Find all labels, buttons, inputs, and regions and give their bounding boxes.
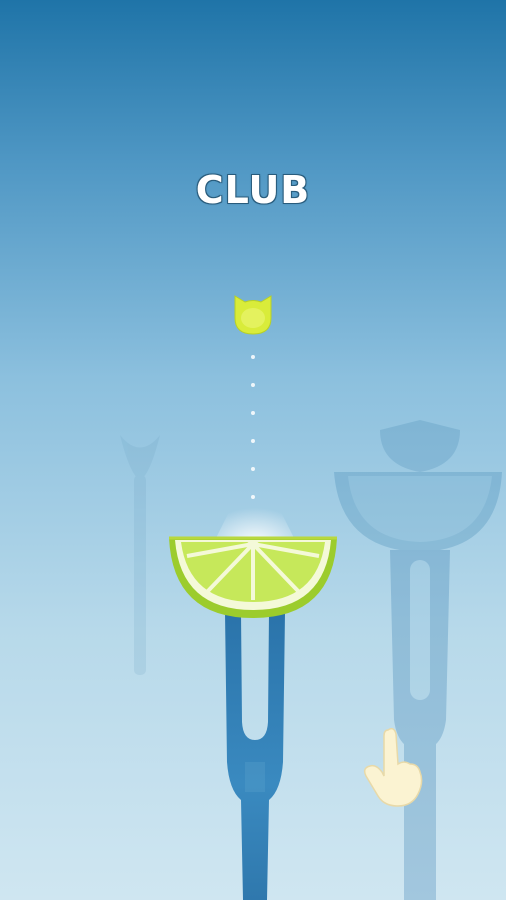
cat-head-lime-ball-icon	[234, 295, 272, 335]
game-stage[interactable]: CLUB	[0, 0, 506, 900]
fork	[225, 612, 285, 900]
lime-slice	[169, 536, 337, 618]
game-title: CLUB	[195, 168, 311, 212]
pointing-hand-icon	[363, 727, 423, 807]
background-fork-right	[334, 420, 502, 900]
